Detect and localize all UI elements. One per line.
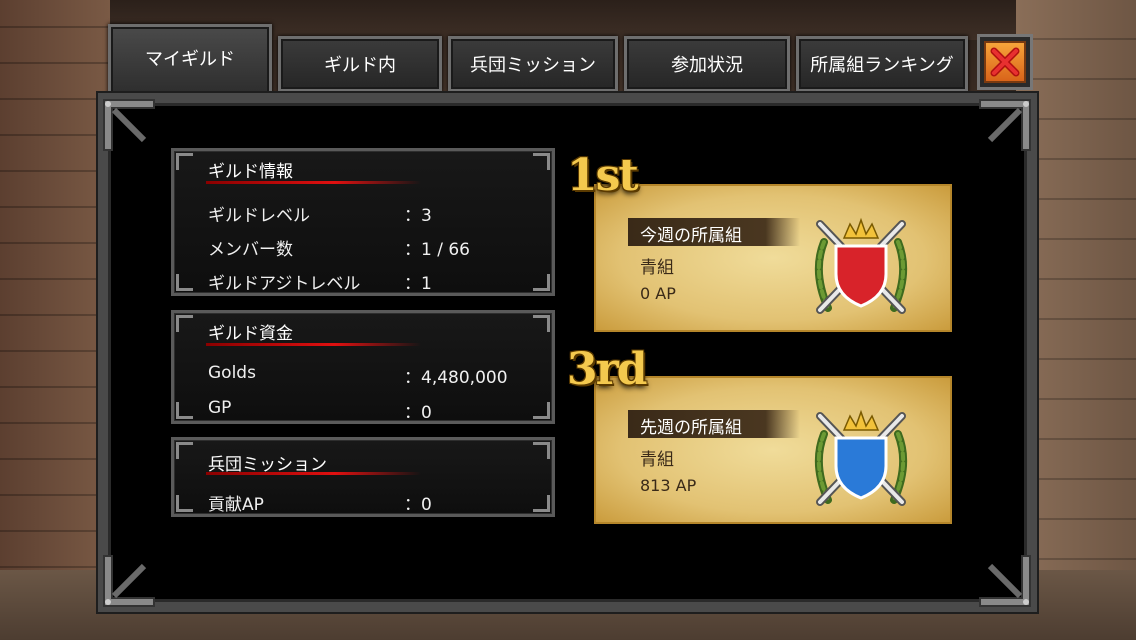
bracket <box>533 402 550 419</box>
tab-label: 兵団ミッション <box>470 55 596 76</box>
corner-brace-top-right <box>979 99 1031 151</box>
bracket <box>533 315 550 332</box>
this-week-ap: 0 AP <box>640 284 676 303</box>
guild-info-box: ギルド情報 ギルドレベル ：3 メンバー数 ：1 / 66 ギルドアジトレベル … <box>171 148 555 296</box>
this-week-team: 青組 <box>640 258 674 278</box>
this-week-card: 今週の所属組 青組 0 AP <box>594 184 952 332</box>
tab-participation-status[interactable]: 参加状況 <box>624 36 790 92</box>
guild-level-label: ギルドレベル <box>208 206 310 226</box>
tab-guild-internal[interactable]: ギルド内 <box>278 36 442 92</box>
corps-mission-box: 兵団ミッション 貢献AP ：0 <box>171 437 555 517</box>
contribution-ap-value: ：0 <box>404 495 432 515</box>
hideout-level-label: ギルドアジトレベル <box>208 274 361 294</box>
close-button[interactable] <box>977 34 1033 90</box>
title-underline <box>206 343 421 346</box>
tab-label: ギルド内 <box>324 55 396 76</box>
section-title: ギルド情報 <box>208 162 293 182</box>
bracket <box>176 495 193 512</box>
section-title: ギルド資金 <box>208 324 293 344</box>
tab-label: 参加状況 <box>671 55 743 76</box>
hideout-level-value: ：1 <box>404 274 432 294</box>
bracket <box>533 495 550 512</box>
gp-label: GP <box>208 398 232 418</box>
last-week-ap: 813 AP <box>640 476 697 495</box>
golds-value: ：4,480,000 <box>404 368 508 388</box>
red-shield-crest-icon <box>814 217 908 314</box>
close-icon <box>984 41 1026 83</box>
bracket <box>176 442 193 459</box>
title-underline <box>206 472 421 475</box>
tab-group-ranking[interactable]: 所属組ランキング <box>796 36 968 92</box>
tab-label: 所属組ランキング <box>810 55 954 76</box>
bracket <box>176 315 193 332</box>
blue-shield-crest-icon <box>814 409 908 506</box>
gp-value: ：0 <box>404 403 432 423</box>
last-week-card: 先週の所属組 青組 813 AP <box>594 376 952 524</box>
bracket <box>176 402 193 419</box>
tab-my-guild[interactable]: マイギルド <box>108 24 272 96</box>
last-week-team: 青組 <box>640 450 674 470</box>
member-count-value: ：1 / 66 <box>404 240 470 260</box>
contribution-ap-label: 貢献AP <box>208 495 264 515</box>
this-week-rank: 1st <box>567 150 639 201</box>
golds-label: Golds <box>208 363 256 383</box>
bracket <box>176 274 193 291</box>
title-underline <box>206 181 421 184</box>
guild-level-value: ：3 <box>404 206 432 226</box>
corner-brace-bottom-right <box>979 555 1031 607</box>
bracket <box>533 442 550 459</box>
bracket <box>533 274 550 291</box>
member-count-label: メンバー数 <box>208 240 293 260</box>
corner-brace-top-left <box>103 99 155 151</box>
corner-brace-bottom-left <box>103 555 155 607</box>
last-week-rank: 3rd <box>567 344 648 395</box>
this-week-heading: 今週の所属組 <box>640 226 742 246</box>
background-wall-left <box>0 0 110 640</box>
last-week-heading: 先週の所属組 <box>640 418 742 438</box>
tab-label: マイギルド <box>145 49 235 70</box>
bracket <box>533 153 550 170</box>
guild-funds-box: ギルド資金 Golds ：4,480,000 GP ：0 <box>171 310 555 424</box>
tab-corps-mission[interactable]: 兵団ミッション <box>448 36 618 92</box>
bracket <box>176 153 193 170</box>
